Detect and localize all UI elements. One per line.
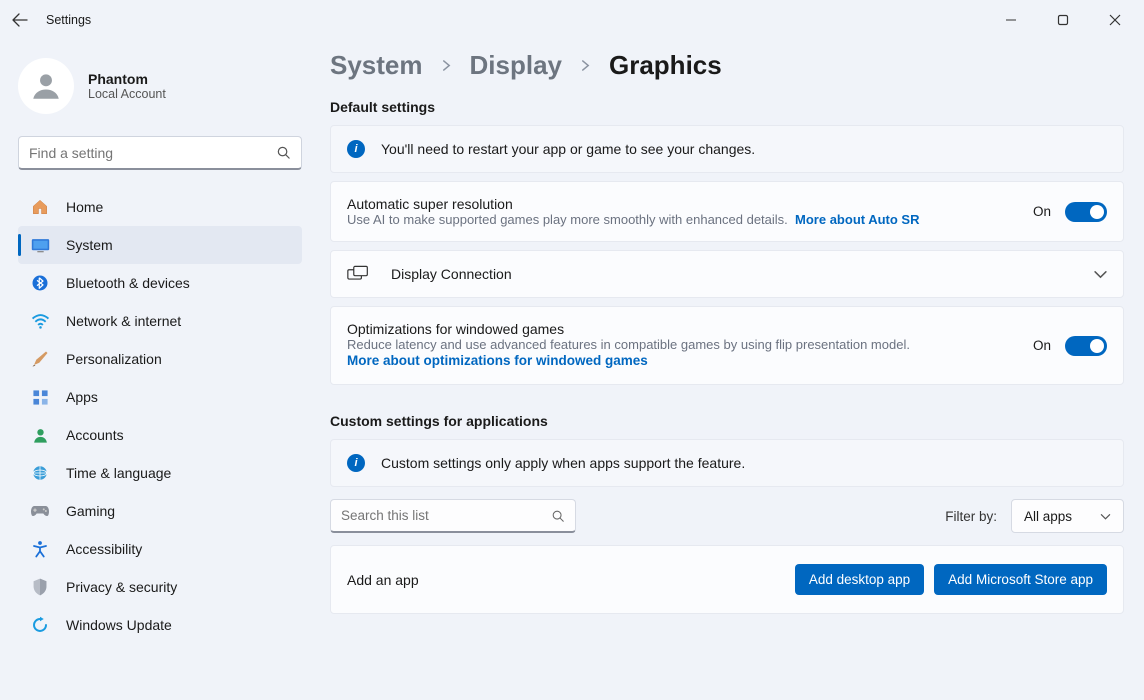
app-list-search[interactable] — [330, 499, 576, 533]
chevron-down-icon — [1100, 511, 1111, 522]
minimize-button[interactable] — [990, 5, 1032, 35]
custom-info-text: Custom settings only apply when apps sup… — [381, 455, 1107, 471]
windowed-toggle[interactable] — [1065, 336, 1107, 356]
wifi-icon — [30, 311, 50, 331]
add-app-panel: Add an app Add desktop app Add Microsoft… — [330, 545, 1124, 614]
avatar — [18, 58, 74, 114]
custom-info-banner: i Custom settings only apply when apps s… — [330, 439, 1124, 487]
display-connection-title: Display Connection — [391, 266, 1078, 282]
info-icon: i — [347, 454, 365, 472]
sidebar-item-label: Accessibility — [66, 541, 142, 557]
filter-by-label: Filter by: — [945, 509, 997, 524]
windowed-description: Reduce latency and use advanced features… — [347, 337, 1017, 352]
windowed-toggle-state: On — [1033, 338, 1051, 353]
chevron-right-icon — [441, 60, 452, 71]
add-desktop-app-button[interactable]: Add desktop app — [795, 564, 924, 595]
sidebar-item-system[interactable]: System — [18, 226, 302, 264]
user-account-type: Local Account — [88, 87, 166, 101]
globe-clock-icon — [30, 463, 50, 483]
sidebar-item-label: Network & internet — [66, 313, 181, 329]
breadcrumb: System Display Graphics — [330, 50, 1124, 81]
sidebar-item-network[interactable]: Network & internet — [18, 302, 302, 340]
user-profile[interactable]: Phantom Local Account — [18, 58, 302, 114]
gamepad-icon — [30, 501, 50, 521]
settings-search[interactable] — [18, 136, 302, 170]
default-settings-heading: Default settings — [330, 99, 1124, 115]
apps-icon — [30, 387, 50, 407]
chevron-down-icon — [1094, 268, 1107, 281]
auto-sr-toggle[interactable] — [1065, 202, 1107, 222]
restart-info-banner: i You'll need to restart your app or gam… — [330, 125, 1124, 173]
user-name: Phantom — [88, 71, 166, 87]
sidebar-item-label: System — [66, 237, 113, 253]
sidebar-item-label: Gaming — [66, 503, 115, 519]
filter-dropdown[interactable]: All apps — [1011, 499, 1124, 533]
sidebar-item-windows-update[interactable]: Windows Update — [18, 606, 302, 644]
sidebar-nav: Home System Bluetooth & devices Network … — [18, 188, 302, 644]
app-list-search-input[interactable] — [341, 508, 551, 523]
sidebar-item-label: Privacy & security — [66, 579, 177, 595]
filter-dropdown-value: All apps — [1024, 509, 1072, 524]
windowed-link[interactable]: More about optimizations for windowed ga… — [347, 353, 648, 368]
sidebar-item-apps[interactable]: Apps — [18, 378, 302, 416]
breadcrumb-system[interactable]: System — [330, 50, 423, 81]
sidebar-item-label: Personalization — [66, 351, 162, 367]
sidebar-item-bluetooth[interactable]: Bluetooth & devices — [18, 264, 302, 302]
window-title: Settings — [46, 13, 91, 27]
add-app-title: Add an app — [347, 572, 419, 588]
system-icon — [30, 235, 50, 255]
close-button[interactable] — [1094, 5, 1136, 35]
sidebar-item-label: Accounts — [66, 427, 124, 443]
auto-sr-link[interactable]: More about Auto SR — [795, 212, 919, 227]
sidebar-item-home[interactable]: Home — [18, 188, 302, 226]
auto-sr-description: Use AI to make supported games play more… — [347, 212, 788, 227]
brush-icon — [30, 349, 50, 369]
restart-info-text: You'll need to restart your app or game … — [381, 141, 1107, 157]
sidebar-item-personalization[interactable]: Personalization — [18, 340, 302, 378]
custom-settings-heading: Custom settings for applications — [330, 413, 1124, 429]
sidebar-item-label: Apps — [66, 389, 98, 405]
sidebar-item-accounts[interactable]: Accounts — [18, 416, 302, 454]
sidebar-item-label: Bluetooth & devices — [66, 275, 190, 291]
search-input[interactable] — [29, 145, 276, 161]
accessibility-icon — [30, 539, 50, 559]
chevron-right-icon — [580, 60, 591, 71]
search-icon — [551, 509, 565, 523]
shield-icon — [30, 577, 50, 597]
sidebar-item-accessibility[interactable]: Accessibility — [18, 530, 302, 568]
display-connection-expander[interactable]: Display Connection — [330, 250, 1124, 298]
info-icon: i — [347, 140, 365, 158]
display-connection-icon — [347, 265, 369, 283]
update-icon — [30, 615, 50, 635]
windowed-optimizations-setting: Optimizations for windowed games Reduce … — [330, 306, 1124, 385]
sidebar-item-time-language[interactable]: Time & language — [18, 454, 302, 492]
sidebar-item-label: Time & language — [66, 465, 171, 481]
sidebar-item-privacy[interactable]: Privacy & security — [18, 568, 302, 606]
back-button[interactable] — [8, 8, 32, 32]
auto-sr-toggle-state: On — [1033, 204, 1051, 219]
sidebar-item-gaming[interactable]: Gaming — [18, 492, 302, 530]
home-icon — [30, 197, 50, 217]
breadcrumb-display[interactable]: Display — [470, 50, 563, 81]
maximize-button[interactable] — [1042, 5, 1084, 35]
person-icon — [30, 425, 50, 445]
windowed-title: Optimizations for windowed games — [347, 321, 1017, 337]
sidebar-item-label: Windows Update — [66, 617, 172, 633]
breadcrumb-graphics: Graphics — [609, 50, 722, 81]
auto-sr-setting: Automatic super resolution Use AI to mak… — [330, 181, 1124, 242]
auto-sr-title: Automatic super resolution — [347, 196, 1017, 212]
add-store-app-button[interactable]: Add Microsoft Store app — [934, 564, 1107, 595]
search-icon — [276, 145, 291, 160]
sidebar-item-label: Home — [66, 199, 103, 215]
bluetooth-icon — [30, 273, 50, 293]
